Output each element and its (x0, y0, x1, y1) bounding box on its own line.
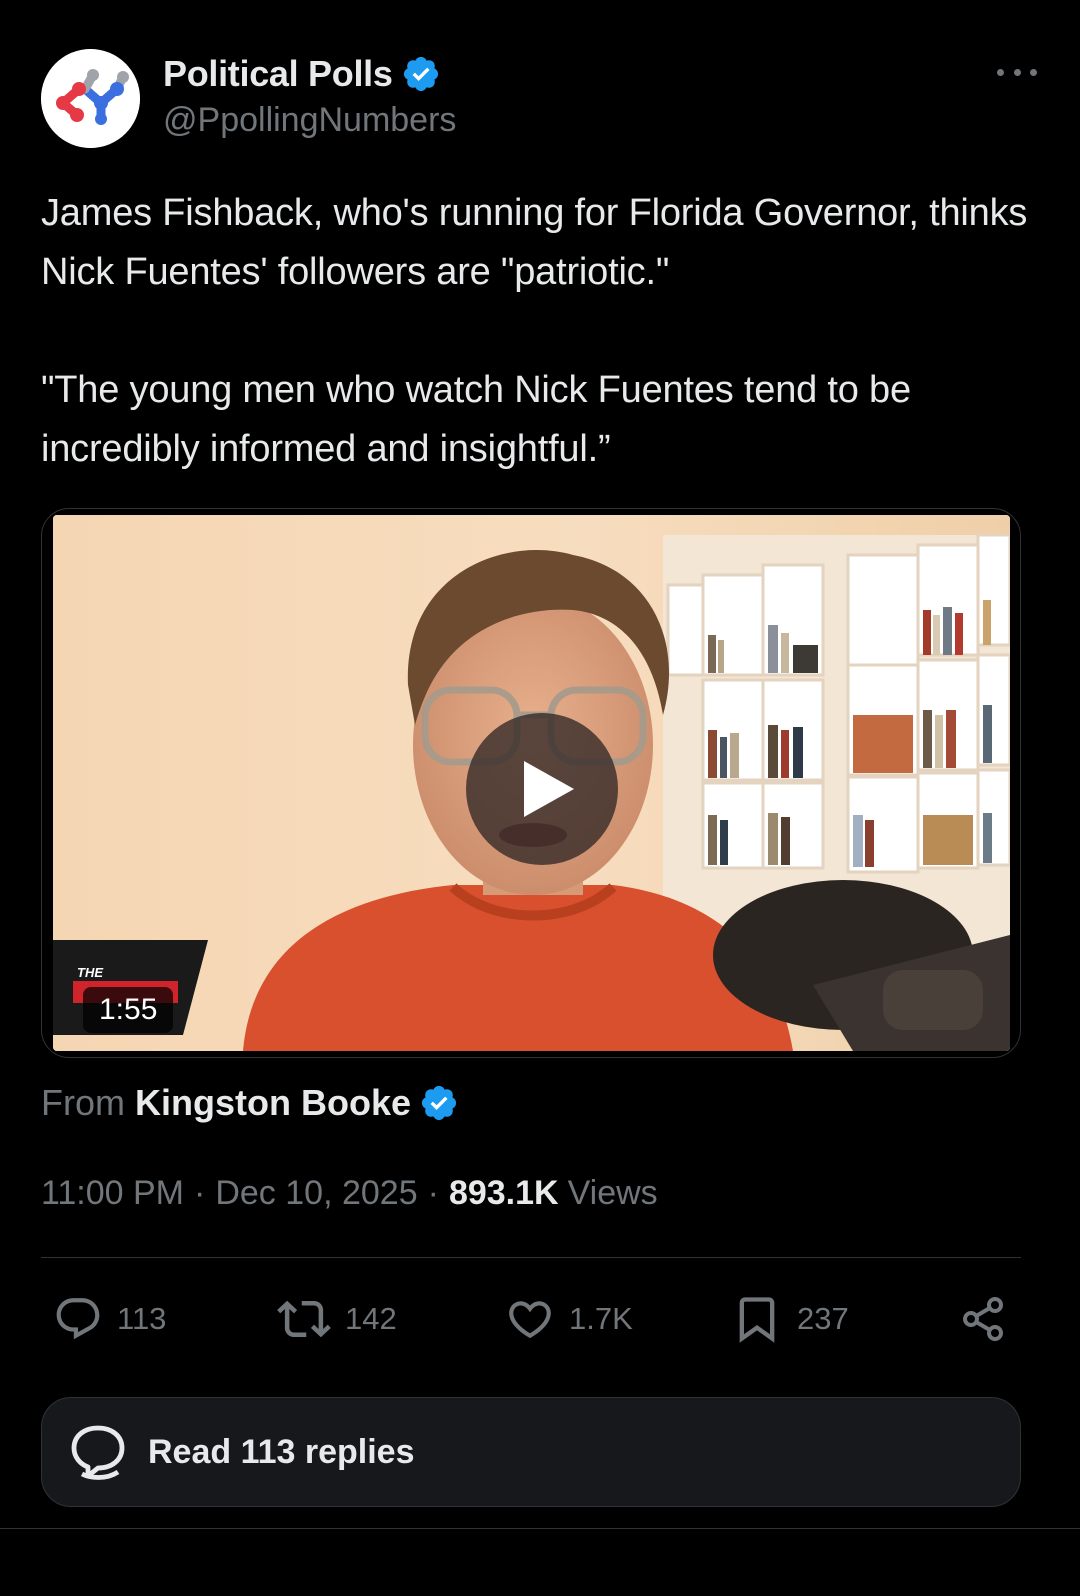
avatar[interactable] (41, 49, 140, 148)
reply-count: 113 (117, 1301, 167, 1336)
political-polls-logo-icon (41, 49, 140, 148)
repost-count: 142 (345, 1301, 397, 1336)
divider (0, 1528, 1080, 1529)
views-label: Views (567, 1173, 658, 1212)
share-icon (963, 1297, 1003, 1341)
meta-separator: · (427, 1173, 439, 1212)
meta-separator: · (194, 1173, 206, 1212)
reply-icon (56, 1298, 100, 1340)
bookmark-button[interactable]: 237 (731, 1290, 849, 1348)
overlay-logo-text: THE (77, 965, 103, 980)
views-count: 893.1K (448, 1173, 559, 1212)
verified-badge-icon (419, 1083, 459, 1123)
read-replies-button[interactable]: Read 113 replies (41, 1397, 1021, 1507)
source-prefix: From (41, 1082, 125, 1123)
display-name[interactable]: Political Polls (163, 53, 393, 95)
action-bar: 113 142 1.7K 237 (41, 1290, 1021, 1348)
source-name[interactable]: Kingston Booke (135, 1082, 411, 1124)
like-button[interactable]: 1.7K (505, 1290, 633, 1348)
like-count: 1.7K (569, 1301, 633, 1336)
tweet-paragraph: "The young men who watch Nick Fuentes te… (41, 369, 911, 470)
source-attribution: From Kingston Booke (41, 1080, 459, 1126)
heart-icon (509, 1301, 551, 1339)
play-icon (524, 761, 574, 817)
bookmark-count: 237 (797, 1301, 849, 1336)
tweet-header: Political Polls @PpollingNumbers (41, 49, 1039, 149)
divider (41, 1257, 1021, 1258)
tweet-time[interactable]: 11:00 PM (41, 1174, 184, 1213)
read-replies-label: Read 113 replies (148, 1432, 415, 1471)
tweet-text: James Fishback, who's running for Florid… (41, 184, 1041, 479)
share-button[interactable] (959, 1290, 1007, 1348)
tweet-date[interactable]: Dec 10, 2025 (215, 1174, 417, 1213)
display-name-row: Political Polls (163, 51, 441, 97)
repost-icon (277, 1300, 331, 1338)
tweet-meta: 11:00 PM · Dec 10, 2025 · 893.1K Views (41, 1170, 658, 1216)
handle[interactable]: @PpollingNumbers (163, 101, 456, 140)
more-options-icon[interactable] (997, 57, 1037, 87)
replies-bubble-icon (71, 1425, 125, 1480)
video-thumbnail[interactable]: THE 1:55 (53, 515, 1010, 1051)
video-duration: 1:55 (83, 987, 174, 1033)
verified-badge-icon (401, 54, 441, 94)
tweet-paragraph: James Fishback, who's running for Florid… (41, 192, 1028, 293)
play-button[interactable] (466, 713, 618, 865)
video-player[interactable]: THE 1:55 (41, 508, 1021, 1058)
bookmark-icon (739, 1297, 775, 1343)
reply-button[interactable]: 113 (53, 1290, 166, 1348)
repost-button[interactable]: 142 (277, 1290, 397, 1348)
